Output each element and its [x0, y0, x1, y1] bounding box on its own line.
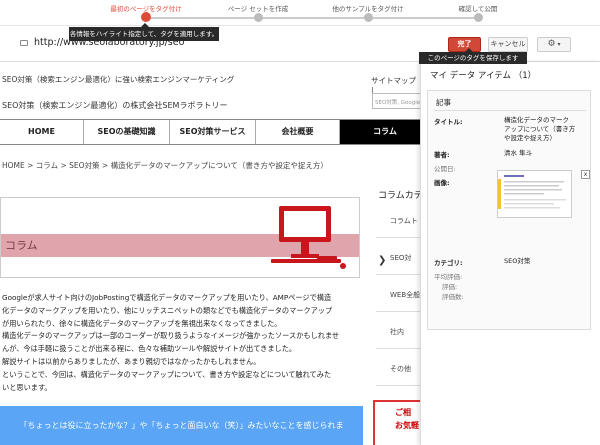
nav-column[interactable]: コラム	[340, 120, 420, 144]
computer-illustration-icon	[271, 206, 346, 269]
step-1-label[interactable]: 最初のページをタグ付け	[110, 3, 181, 13]
data-items-panel: マイ データ アイテム （1） 記事 タイトル: 構造化データのマーク アップに…	[420, 62, 600, 445]
tagged-webpage[interactable]: SEO対策（検索エンジン最適化）に強い検索エンジンマーケティング SEO対策（検…	[0, 62, 420, 445]
site-company-name: SEO対策（検索エンジン最適化）の株式会社SEMラボラトリー	[2, 101, 228, 110]
sidebar-item-column-top[interactable]: コラムト	[376, 202, 420, 238]
step-3-dot[interactable]	[364, 13, 373, 22]
step-4-dot[interactable]	[474, 13, 483, 22]
thumbnail-preview-icon	[504, 175, 566, 209]
contact-line: お気軽	[395, 421, 419, 430]
card-header: 記事	[436, 98, 451, 107]
callout-box: 「ちょっとは役に立ったかな？」や「ちょっと面白いな（笑）」みたいなことを感じられ…	[0, 406, 363, 445]
field-label-category: カテゴリ:	[434, 259, 463, 267]
value-line: アップについて（書き方	[504, 125, 576, 133]
field-label-rating: 評価:	[442, 283, 458, 291]
data-highlighter-window: 最初のページをタグ付け ページ セットを作成 他のサンプルをタグ付け 確認して公…	[0, 0, 600, 445]
article-line: Googleが求人サイト向けのJobPostingで構造化データのマークアップを…	[2, 293, 332, 302]
sidebar-title: コラムカテ	[378, 191, 420, 201]
sitemap-link[interactable]: サイトマップ |	[371, 75, 420, 95]
article-line: いと思います。	[2, 382, 52, 392]
article-line: 解説サイトは以前からありましたが、あまり親切ではなかったかもしれません。	[2, 356, 261, 366]
card-divider	[434, 110, 586, 111]
site-tagline: SEO対策（検索エンジン最適化）に強い検索エンジンマーケティング	[2, 75, 235, 84]
step-3-label[interactable]: 他のサンプルをタグ付け	[332, 3, 403, 13]
chevron-right-icon: ❯	[378, 255, 387, 266]
nav-seo-basics[interactable]: SEOの基礎知識	[84, 120, 170, 144]
step-tooltip: 各情報をハイライト指定して、タグを適用します。	[69, 23, 219, 41]
field-value-category[interactable]: SEO対策	[504, 257, 530, 266]
cancel-button[interactable]: キャンセル	[488, 37, 528, 52]
field-label-title: タイトル:	[434, 118, 463, 126]
value-line: 構造化データのマーク	[504, 116, 569, 124]
article-line: が用いられたり、徐々に構造化データのマークアップを無視出来なくなってきました。	[2, 318, 282, 328]
remove-image-button[interactable]: x	[581, 170, 590, 179]
step-1-dot[interactable]	[141, 12, 151, 22]
step-4-label[interactable]: 確認して公開	[459, 3, 498, 13]
gear-icon: ⚙	[547, 39, 556, 49]
step-2-dot[interactable]	[254, 13, 263, 22]
page-icon	[20, 40, 28, 46]
site-nav: HOME SEOの基礎知識 SEO対策サービス 会社概要 コラム	[0, 119, 420, 145]
article-body: Googleが求人サイト向けのJobPostingで構造化データのマークアップを…	[2, 292, 357, 394]
article-line: んが、今は手軽に扱うことが出来る程に、色々な補助ツールや解説サイトが出てきました…	[2, 344, 297, 354]
field-label-avg-rating: 平均評価:	[434, 273, 463, 281]
progress-stepper: 最初のページをタグ付け ページ セットを作成 他のサンプルをタグ付け 確認して公…	[0, 0, 600, 26]
article-line: ということで、今回は、構造化データのマークアップについて、書き方や設定などについ…	[2, 369, 332, 379]
field-label-author: 著者:	[434, 151, 450, 159]
sidebar-item-other[interactable]: その他	[376, 350, 420, 386]
contact-box[interactable]: ご相 お気軽	[373, 400, 420, 445]
nav-company[interactable]: 会社概要	[256, 120, 340, 144]
field-label-published: 公開日:	[434, 165, 456, 173]
value-line: や設定や捉え方）	[504, 134, 556, 142]
sidebar-item-web[interactable]: WEB全般	[376, 276, 420, 312]
save-tooltip: このページのタグを保存します	[419, 48, 527, 64]
article-line: 化データのマークアップを用いたり、他にリッチスニペットの類などでも構造化データの…	[2, 305, 333, 315]
chevron-down-icon: ▾	[555, 41, 561, 48]
breadcrumb[interactable]: HOME > コラム > SEO対策 > 構造化データのマークアップについて（書…	[2, 160, 328, 171]
site-search-input[interactable]: SEO対策, Google	[372, 93, 420, 109]
field-value-title[interactable]: 構造化データのマーク アップについて（書き方 や設定や捉え方）	[504, 116, 575, 143]
article-line: 構造化データのマークアップは一部のコーダーが取り扱うようなイメージが強かったソー…	[2, 331, 340, 341]
field-label-rating-count: 評価数:	[442, 293, 464, 301]
thumbnail-accent	[498, 179, 501, 209]
field-label-image: 画像:	[434, 179, 450, 187]
contact-line: ご相	[395, 408, 411, 417]
image-thumbnail[interactable]	[497, 170, 572, 218]
panel-title: マイ データ アイテム （1）	[430, 71, 537, 81]
nav-seo-services[interactable]: SEO対策サービス	[170, 120, 256, 144]
stepper-line	[146, 17, 478, 19]
column-banner: コラム	[0, 197, 360, 278]
field-value-author[interactable]: 清水 隼斗	[504, 149, 532, 158]
sidebar-item-internal[interactable]: 社内	[376, 313, 420, 349]
banner-label: コラム	[5, 239, 38, 252]
settings-button[interactable]: ⚙ ▾	[537, 37, 571, 52]
step-2-label[interactable]: ページ セットを作成	[228, 3, 288, 13]
nav-home[interactable]: HOME	[0, 120, 84, 144]
